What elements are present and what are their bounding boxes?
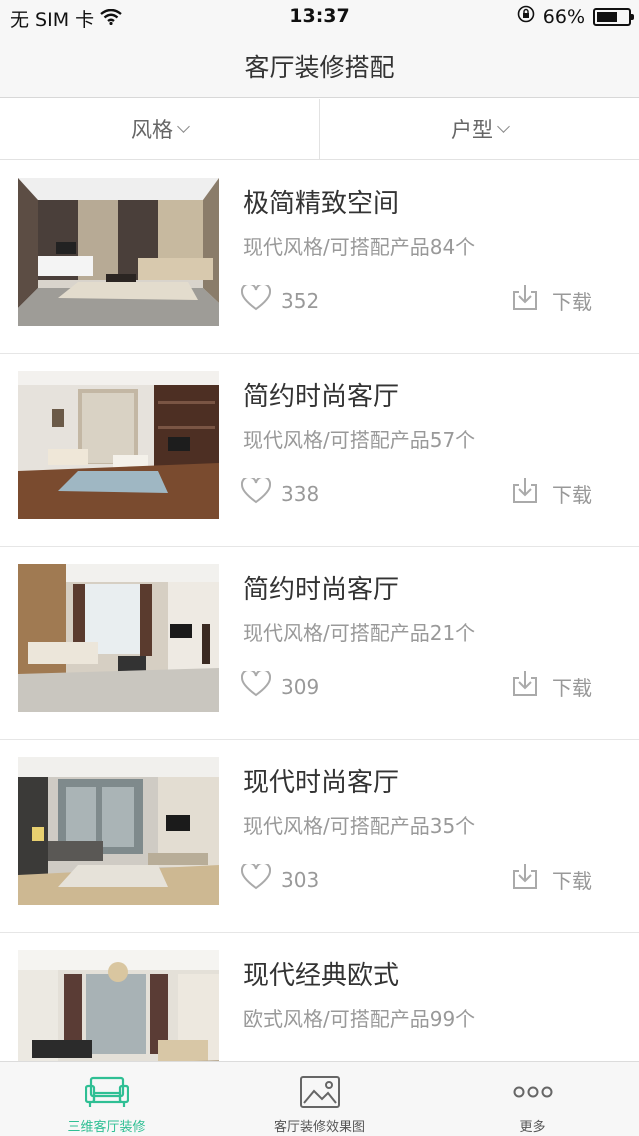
filter-style-label: 风格 <box>131 118 173 142</box>
filter-bar: 风格 户型 <box>0 99 639 160</box>
room-thumbnail[interactable] <box>18 178 219 326</box>
download-icon <box>510 476 540 511</box>
heart-icon <box>240 861 272 895</box>
filter-style-dropdown[interactable]: 风格 <box>0 99 319 159</box>
battery-icon <box>593 7 634 26</box>
design-list: 极简精致空间 现代风格/可搭配产品84个 352 下载 简约时尚客厅 现代风格/… <box>0 161 639 1061</box>
download-button[interactable]: 下载 <box>510 862 592 897</box>
like-button[interactable]: 309 <box>240 668 320 702</box>
like-count: 338 <box>281 481 320 506</box>
item-title: 现代经典欧式 <box>243 961 400 991</box>
room-thumbnail[interactable] <box>18 950 219 1061</box>
list-item[interactable]: 极简精致空间 现代风格/可搭配产品84个 352 下载 <box>0 161 639 354</box>
list-item[interactable]: 简约时尚客厅 现代风格/可搭配产品21个 309 下载 <box>0 547 639 740</box>
tab-effect-images[interactable]: 客厅装修效果图 <box>213 1062 426 1136</box>
more-icon <box>513 1074 553 1110</box>
download-label: 下载 <box>552 869 592 893</box>
tab-bar: 三维客厅装修 客厅装修效果图 更多 <box>0 1061 639 1136</box>
item-subtitle: 欧式风格/可搭配产品99个 <box>243 1007 476 1031</box>
download-button[interactable]: 下载 <box>510 669 592 704</box>
filter-layout-label: 户型 <box>451 118 493 142</box>
item-subtitle: 现代风格/可搭配产品57个 <box>243 428 476 452</box>
item-subtitle: 现代风格/可搭配产品21个 <box>243 621 476 645</box>
item-title: 极简精致空间 <box>243 189 400 219</box>
item-title: 简约时尚客厅 <box>243 382 400 412</box>
filter-layout-dropdown[interactable]: 户型 <box>319 99 639 159</box>
download-label: 下载 <box>552 483 592 507</box>
chevron-down-icon <box>497 119 510 133</box>
page-title: 客厅装修搭配 <box>244 53 395 82</box>
tab-more[interactable]: 更多 <box>426 1062 639 1136</box>
item-title: 简约时尚客厅 <box>243 575 400 605</box>
image-icon <box>299 1074 340 1110</box>
list-item[interactable]: 现代经典欧式 欧式风格/可搭配产品99个 <box>0 933 639 1061</box>
room-thumbnail[interactable] <box>18 757 219 905</box>
tab-label: 更多 <box>519 1120 546 1135</box>
download-label: 下载 <box>552 676 592 700</box>
download-button[interactable]: 下载 <box>510 476 592 511</box>
battery-percent: 66% <box>542 5 585 28</box>
download-icon <box>510 669 540 704</box>
download-icon <box>510 283 540 318</box>
heart-icon <box>240 475 272 509</box>
list-item[interactable]: 现代时尚客厅 现代风格/可搭配产品35个 303 下载 <box>0 740 639 933</box>
item-subtitle: 现代风格/可搭配产品35个 <box>243 814 476 838</box>
tab-3d-living-room[interactable]: 三维客厅装修 <box>0 1062 213 1136</box>
chevron-down-icon <box>177 119 190 133</box>
heart-icon <box>240 668 272 702</box>
status-right: 66% <box>517 5 634 28</box>
like-count: 352 <box>281 288 320 313</box>
room-thumbnail[interactable] <box>18 564 219 712</box>
tab-label: 三维客厅装修 <box>67 1120 146 1135</box>
item-subtitle: 现代风格/可搭配产品84个 <box>243 235 476 259</box>
list-item[interactable]: 简约时尚客厅 现代风格/可搭配产品57个 338 下载 <box>0 354 639 547</box>
like-button[interactable]: 338 <box>240 475 320 509</box>
like-button[interactable]: 352 <box>240 282 320 316</box>
like-count: 309 <box>281 674 320 699</box>
rotation-lock-icon <box>517 5 535 28</box>
download-button[interactable]: 下载 <box>510 283 592 318</box>
room-thumbnail[interactable] <box>18 371 219 519</box>
sofa-icon <box>84 1074 129 1110</box>
like-button[interactable]: 303 <box>240 861 320 895</box>
download-icon <box>510 862 540 897</box>
like-count: 303 <box>281 867 320 892</box>
tab-label: 客厅装修效果图 <box>273 1120 365 1135</box>
status-bar: 无 SIM 卡 13:37 66% <box>0 0 639 34</box>
heart-icon <box>240 282 272 316</box>
item-title: 现代时尚客厅 <box>243 768 400 798</box>
download-label: 下载 <box>552 290 592 314</box>
nav-bar: 客厅装修搭配 <box>0 34 639 98</box>
